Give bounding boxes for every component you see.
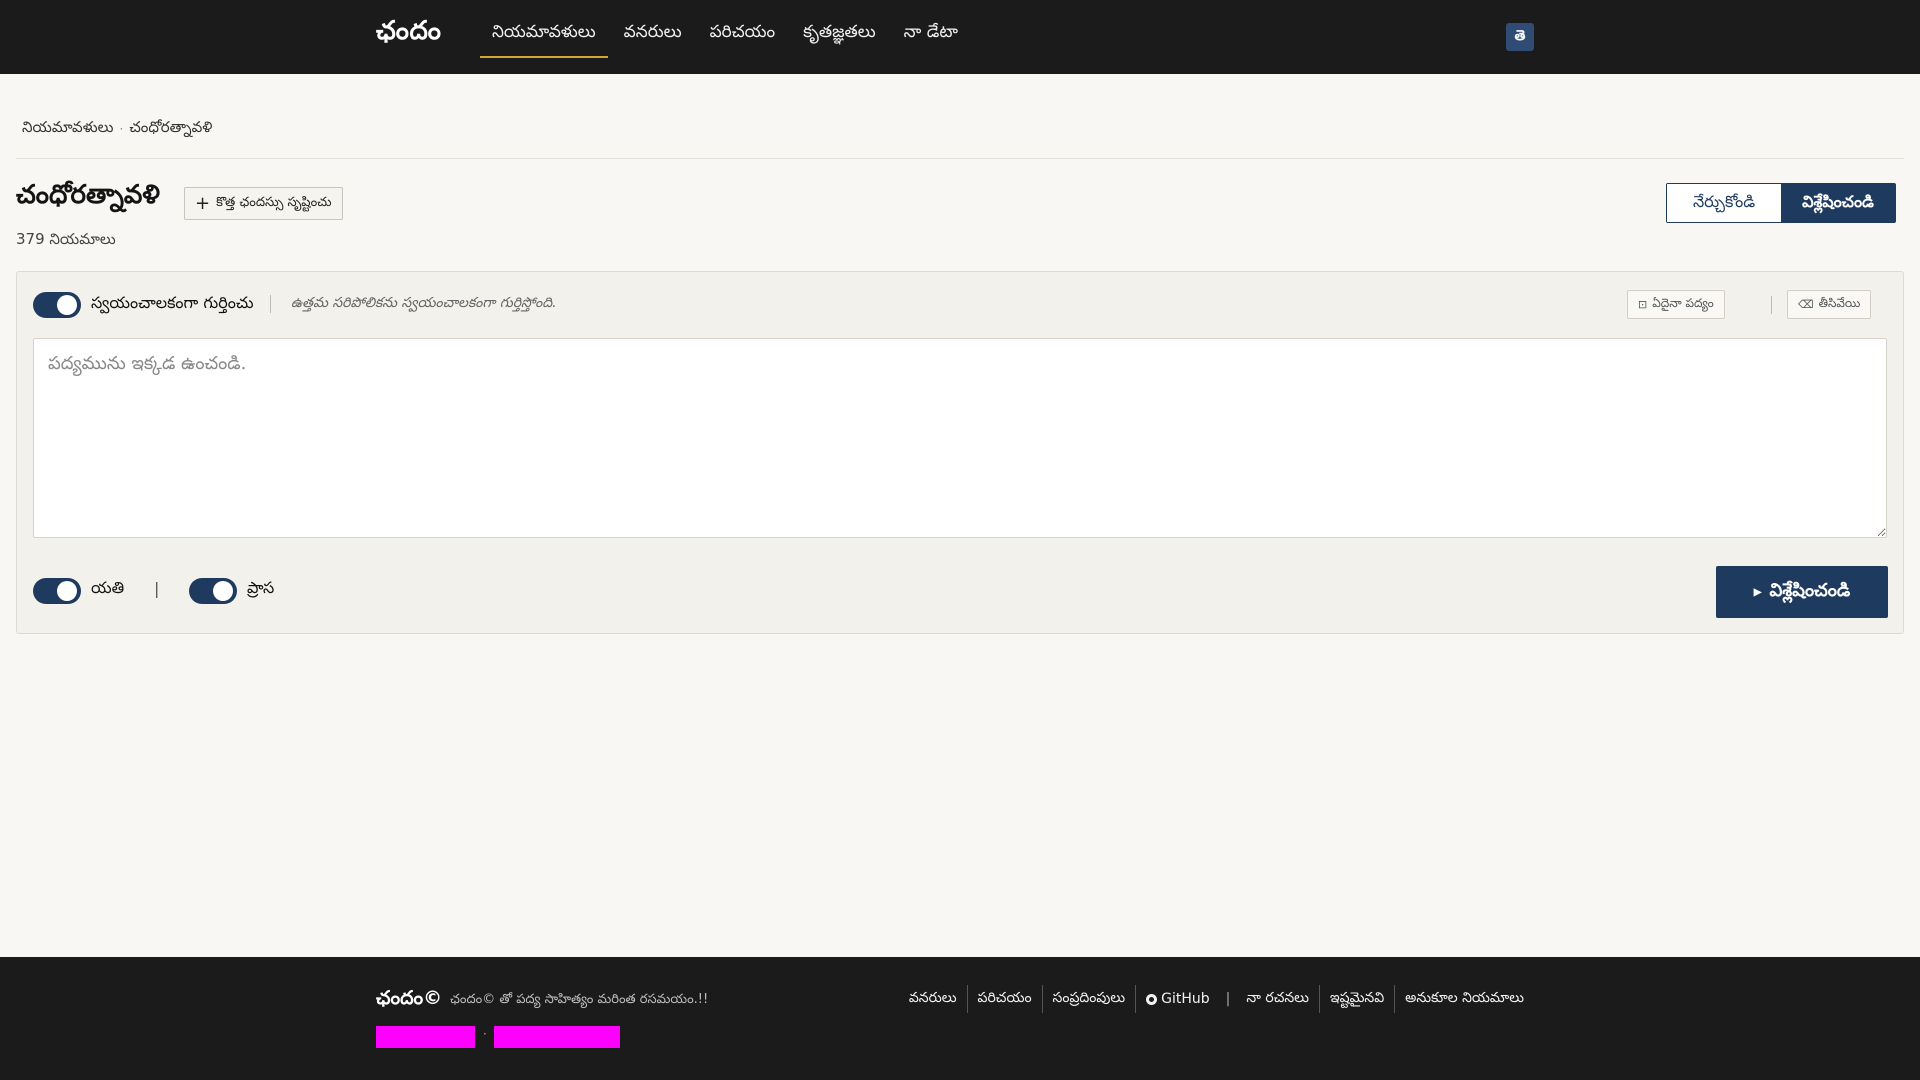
- analyze-button[interactable]: ▶ విశ్లేషించండి: [1716, 566, 1888, 618]
- yati-toggle[interactable]: [33, 578, 81, 604]
- github-label: GitHub: [1161, 991, 1210, 1007]
- prasa-toggle[interactable]: [189, 578, 237, 604]
- footer-separator: |: [1225, 991, 1231, 1007]
- breadcrumb-current: చంధోరత్నావళి: [129, 118, 213, 136]
- breadcrumb-separator: ·: [119, 122, 124, 136]
- toggle-knob: [213, 581, 233, 601]
- new-rule-label: కొత్త ఛందస్సు సృష్టించు: [216, 194, 332, 210]
- mode-toggle: నేర్చుకోండి విశ్లేషించండి: [1666, 183, 1896, 223]
- mode-analyze-button[interactable]: విశ్లేషించండి: [1781, 184, 1895, 222]
- nav-item-rulesets[interactable]: నియమావళులు: [480, 0, 608, 58]
- auto-detect-label: స్వయంచాలకంగా గుర్తించు: [91, 293, 254, 312]
- breadcrumb: నియమావళులు · చంధోరత్నావళి: [22, 118, 212, 140]
- footer-tagline: ఛందం© తో పద్య సాహిత్యం మరింత రసమయం.!!: [450, 992, 709, 1007]
- play-icon: ▶: [1753, 586, 1762, 598]
- toggle-separator: |: [154, 579, 160, 598]
- analyze-label: విశ్లేషించండి: [1769, 579, 1851, 600]
- placeholder-block: [376, 1026, 475, 1048]
- footer-link-favorites[interactable]: ఇష్టమైనవి: [1318, 985, 1394, 1013]
- toggle-knob: [57, 581, 77, 601]
- footer: ఛందం© ఛందం© తో పద్య సాహిత్యం మరింత రసమయం…: [0, 957, 1920, 1080]
- nav-item-my-data[interactable]: నా డేటా: [892, 0, 970, 58]
- github-icon: [1146, 993, 1158, 1005]
- new-rule-button[interactable]: + కొత్త ఛందస్సు సృష్టించు: [184, 187, 343, 220]
- random-poem-button[interactable]: ⊡ ఏదైనా పద్యం: [1627, 290, 1725, 319]
- random-poem-label: ఏదైనా పద్యం: [1652, 296, 1714, 310]
- footer-links: వనరులు పరిచయం సంప్రదింపులు GitHub | నా ర…: [899, 985, 1534, 1013]
- random-icon: ⊡: [1638, 298, 1648, 311]
- footer-link-custom-rules[interactable]: అనుకూల నియమాలు: [1394, 985, 1534, 1013]
- yati-label: యతి: [91, 578, 125, 597]
- divider-bar: [270, 295, 271, 313]
- analysis-panel: స్వయంచాలకంగా గుర్తించు ఉత్తమ సరిపోలికను …: [16, 271, 1904, 634]
- footer-brand[interactable]: ఛందం©: [376, 987, 442, 1014]
- footer-link-resources[interactable]: వనరులు: [899, 985, 967, 1013]
- main-nav: నియమావళులు వనరులు పరిచయం కృతజ్ఞతలు నా డే…: [480, 0, 974, 58]
- footer-link-github[interactable]: GitHub: [1135, 985, 1220, 1013]
- footer-dot: ·: [483, 1027, 487, 1041]
- top-navbar: ఛందం నియమావళులు వనరులు పరిచయం కృతజ్ఞతలు …: [0, 0, 1920, 74]
- plus-icon: +: [195, 192, 211, 214]
- brand-logo[interactable]: ఛందం: [376, 16, 441, 52]
- rule-count: 379 నియమాలు: [16, 230, 116, 248]
- auto-detect-toggle[interactable]: [33, 292, 81, 318]
- poem-input[interactable]: [33, 338, 1887, 538]
- footer-link-my-works[interactable]: నా రచనలు: [1236, 985, 1319, 1013]
- breadcrumb-root-link[interactable]: నియమావళులు: [22, 118, 113, 140]
- language-switch-button[interactable]: తె: [1506, 23, 1534, 51]
- clear-button[interactable]: ⌫ తీసివేయి: [1787, 290, 1872, 319]
- footer-link-about[interactable]: పరిచయం: [966, 985, 1042, 1013]
- clear-label: తీసివేయి: [1818, 296, 1861, 310]
- mode-learn-button[interactable]: నేర్చుకోండి: [1667, 184, 1781, 222]
- toggle-knob: [57, 295, 77, 315]
- divider-bar: [1771, 296, 1772, 314]
- clear-icon: ⌫: [1798, 298, 1814, 311]
- auto-detect-hint: ఉత్తమ సరిపోలికను స్వయంచాలకంగా గుర్తిస్తో…: [291, 295, 557, 311]
- prasa-label: ప్రాస: [247, 578, 275, 597]
- header-divider: [16, 158, 1904, 159]
- nav-item-resources[interactable]: వనరులు: [612, 0, 694, 58]
- nav-item-about[interactable]: పరిచయం: [698, 0, 788, 58]
- nav-item-thanks[interactable]: కృతజ్ఞతలు: [791, 0, 888, 58]
- footer-link-contact[interactable]: సంప్రదింపులు: [1041, 985, 1136, 1013]
- placeholder-block: [494, 1026, 620, 1048]
- page-title: చంధోరత్నావళి: [16, 180, 160, 210]
